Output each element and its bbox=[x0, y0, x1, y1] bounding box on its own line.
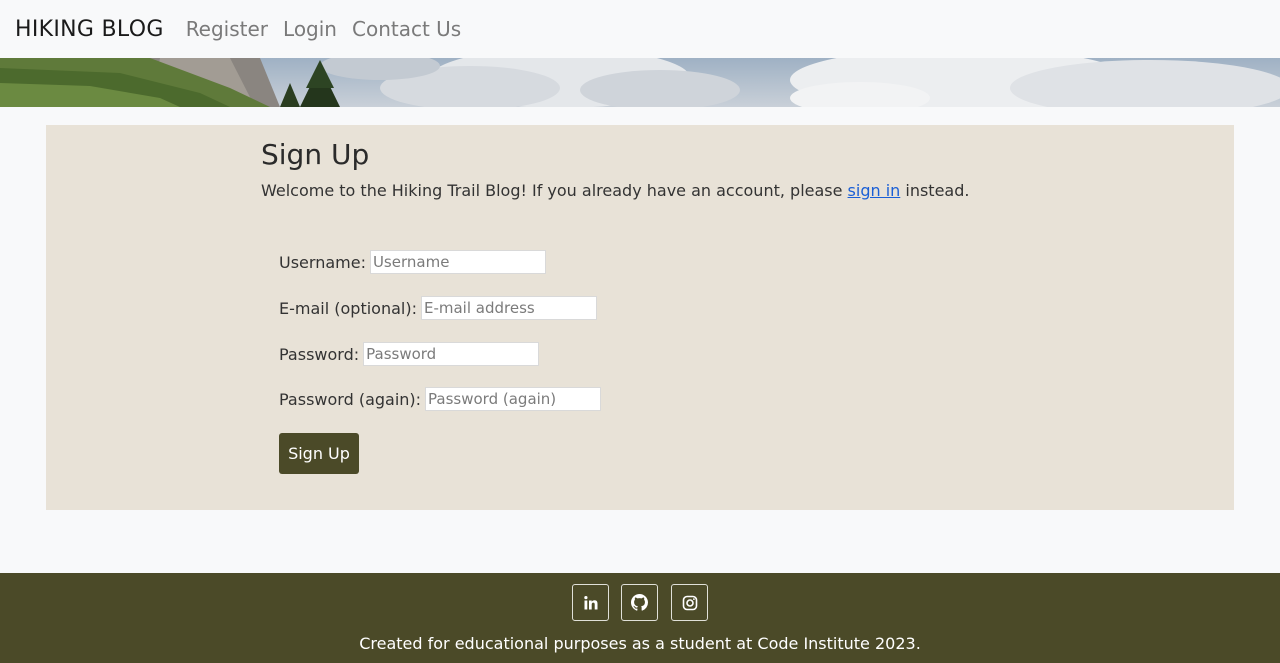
username-row: Username: bbox=[279, 250, 546, 274]
footer: Created for educational purposes as a st… bbox=[0, 573, 1280, 663]
footer-credit: Created for educational purposes as a st… bbox=[359, 634, 921, 653]
github-button[interactable] bbox=[621, 584, 658, 621]
nav-register[interactable]: Register bbox=[186, 17, 268, 41]
page-title: Sign Up bbox=[261, 138, 370, 171]
password-input[interactable] bbox=[363, 342, 540, 366]
instagram-button[interactable] bbox=[671, 584, 708, 621]
navbar: HIKING BLOG Register Login Contact Us bbox=[0, 0, 1280, 58]
hero-landscape bbox=[0, 58, 1280, 107]
linkedin-button[interactable] bbox=[572, 584, 609, 621]
sign-up-button[interactable]: Sign Up bbox=[279, 433, 359, 474]
email-label: E-mail (optional): bbox=[279, 298, 417, 318]
password-again-input[interactable] bbox=[425, 387, 602, 411]
sign-in-link[interactable]: sign in bbox=[848, 181, 901, 200]
password-again-label: Password (again): bbox=[279, 389, 422, 409]
nav-contact-us[interactable]: Contact Us bbox=[352, 17, 461, 41]
welcome-suffix: instead. bbox=[900, 181, 970, 200]
username-label: Username: bbox=[279, 252, 366, 272]
username-input[interactable] bbox=[369, 250, 546, 274]
github-icon bbox=[631, 594, 648, 611]
email-input[interactable] bbox=[420, 296, 597, 320]
email-row: E-mail (optional): bbox=[279, 296, 597, 320]
nav-login[interactable]: Login bbox=[283, 17, 337, 41]
hero-banner-image bbox=[0, 58, 1280, 107]
password-row: Password: bbox=[279, 342, 540, 366]
password-again-row: Password (again): bbox=[279, 387, 602, 411]
welcome-text: Welcome to the Hiking Trail Blog! If you… bbox=[261, 181, 969, 200]
welcome-prefix: Welcome to the Hiking Trail Blog! If you… bbox=[261, 181, 848, 200]
brand-logo[interactable]: HIKING BLOG bbox=[15, 17, 164, 42]
instagram-icon bbox=[682, 595, 697, 610]
linkedin-icon bbox=[583, 595, 597, 609]
password-label: Password: bbox=[279, 344, 360, 364]
